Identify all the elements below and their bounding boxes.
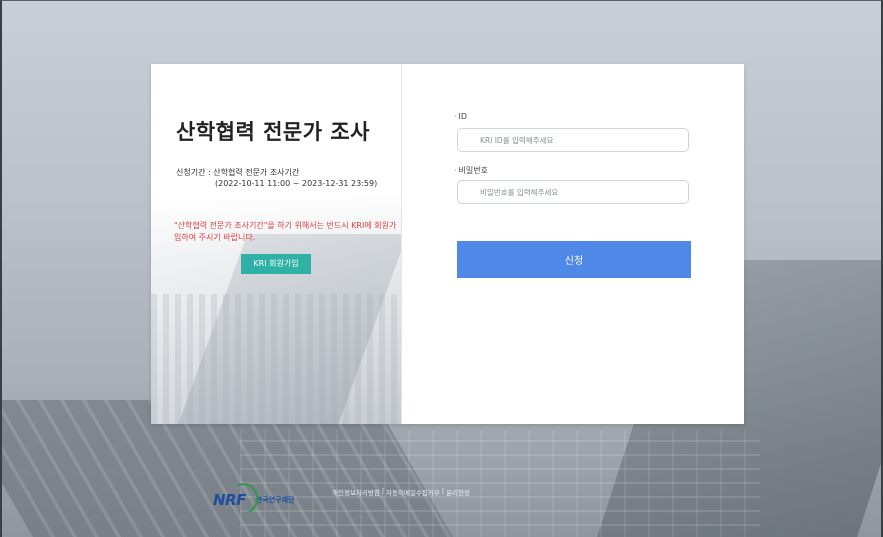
application-period-range: (2022-10-11 11:00 ~ 2023-12-31 23:59) [215,179,378,188]
page: 산학협력 전문가 조사 신청기간 : 산학협력 전문가 조사기간 (2022-1… [0,0,883,537]
intro-background-stripes [151,294,401,424]
organization-name: 한국연구재단 [255,496,295,504]
footer-link-separator: | [441,487,445,495]
login-card: 산학협력 전문가 조사 신청기간 : 산학협력 전문가 조사기간 (2022-1… [151,64,744,424]
kri-signup-button[interactable]: KRI 회원가입 [241,254,311,274]
ethics-charter-link[interactable]: 윤리현장 [446,487,470,497]
nrf-logo[interactable]: NRF 한국연구재단 [213,478,295,520]
login-form: ·ID ·비밀번호 신청 [402,64,744,424]
password-input[interactable] [457,180,689,204]
nrf-logo-mark: NRF [213,478,263,520]
application-period-label: 신청기간 : 산학협력 전문가 조사기간 [176,168,300,177]
password-field-label: · 비밀번호 [454,165,488,176]
footer-links: 개인정보처리방침 | 자동이메일수집거부 | 윤리현장 [332,487,470,497]
signup-notice: "산학협력 전문가 조사기간"을 하기 위해서는 반드시 KRI에 회원가입하여… [174,221,397,242]
footer-link-separator: | [381,487,385,495]
privacy-policy-link[interactable]: 개인정보처리방침 [332,487,380,497]
id-field-label: · ID [454,112,467,121]
password-label-text: 비밀번호 [458,166,488,175]
id-input[interactable] [457,128,689,152]
email-collection-refusal-link[interactable]: 자동이메일수집거부 [386,487,440,497]
id-label-text: ID [458,112,468,121]
label-bullet: · [454,112,457,121]
label-bullet: · [454,166,457,175]
apply-submit-button[interactable]: 신청 [457,241,691,278]
intro-panel: 산학협력 전문가 조사 신청기간 : 산학협력 전문가 조사기간 (2022-1… [151,64,402,424]
background-building-grid [240,430,760,537]
page-title: 산학협력 전문가 조사 [176,120,371,144]
